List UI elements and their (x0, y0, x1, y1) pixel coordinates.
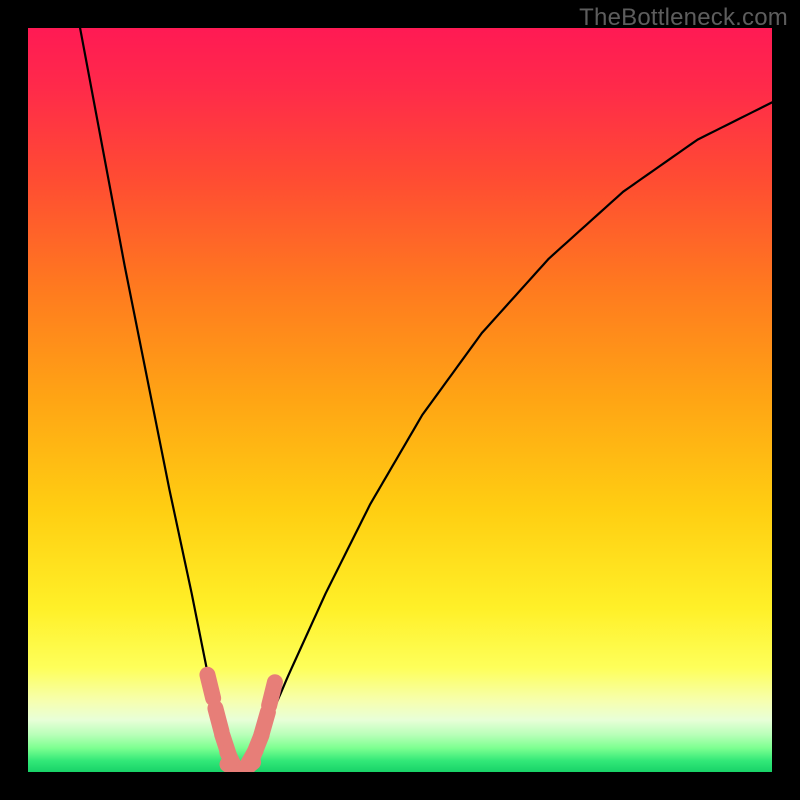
marker-group (207, 675, 275, 772)
marker-point (261, 712, 268, 735)
marker-point (269, 682, 275, 705)
plot-area (28, 28, 772, 772)
bottleneck-curve (80, 28, 772, 770)
curve-layer (28, 28, 772, 772)
marker-point (207, 675, 213, 698)
chart-frame: TheBottleneck.com (0, 0, 800, 800)
watermark-text: TheBottleneck.com (579, 4, 788, 32)
